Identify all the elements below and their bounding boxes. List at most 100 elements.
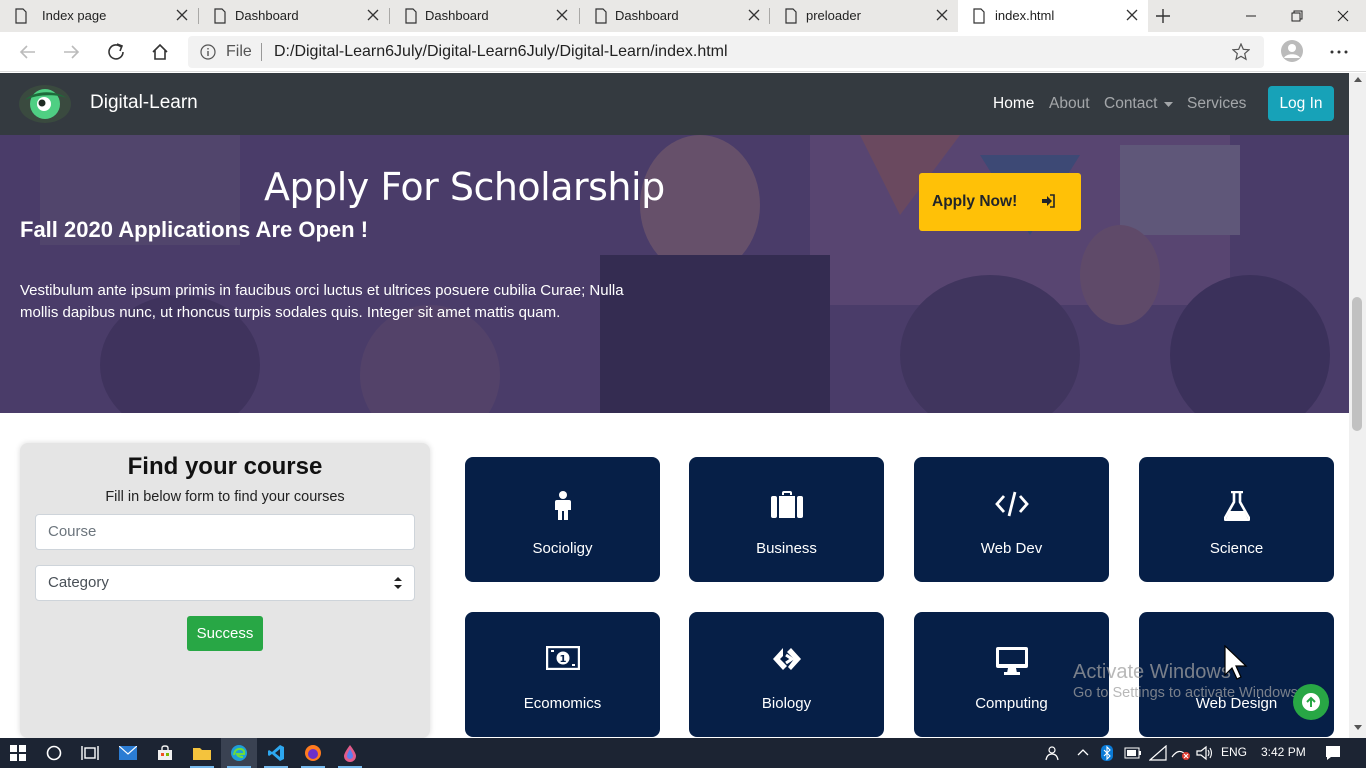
search-button[interactable] <box>36 738 72 768</box>
forward-icon[interactable] <box>61 42 81 62</box>
close-tab-icon[interactable] <box>936 9 948 21</box>
desktop-icon <box>995 647 1028 675</box>
svg-text:1: 1 <box>559 654 566 665</box>
minimize-icon <box>1246 15 1256 17</box>
scheme-label: File <box>226 43 252 60</box>
close-tab-icon[interactable] <box>176 9 188 21</box>
close-tab-icon[interactable] <box>1126 9 1138 21</box>
firefox-icon <box>305 745 321 761</box>
new-tab-icon[interactable] <box>1155 8 1171 24</box>
taskbar-store-app[interactable] <box>147 738 183 768</box>
hero-background-image <box>0 135 1349 413</box>
money-bill-icon: 1 <box>545 646 580 670</box>
course-tile-label: Business <box>756 540 817 557</box>
page-icon <box>15 8 27 24</box>
vscode-icon <box>268 745 284 761</box>
network-warning-icon[interactable] <box>1171 745 1191 761</box>
tab-preloader[interactable]: preloader <box>770 0 958 32</box>
people-icon[interactable] <box>1045 745 1061 761</box>
taskbar-drop-app[interactable] <box>332 738 368 768</box>
scroll-down-arrow-icon[interactable] <box>1354 725 1362 731</box>
minimize-button[interactable] <box>1228 0 1274 32</box>
page-icon <box>973 8 985 24</box>
notification-center-icon[interactable] <box>1325 745 1341 761</box>
course-input[interactable]: Course <box>35 514 415 550</box>
back-to-top-button[interactable] <box>1293 684 1329 720</box>
course-tile-business[interactable]: Business <box>689 457 884 582</box>
login-button[interactable]: Log In <box>1268 86 1334 121</box>
close-window-button[interactable] <box>1320 0 1366 32</box>
refresh-icon[interactable] <box>106 42 126 62</box>
course-tile-label: Ecomomics <box>523 695 602 712</box>
home-icon[interactable] <box>150 42 170 62</box>
close-tab-icon[interactable] <box>748 9 760 21</box>
profile-avatar-icon[interactable] <box>1281 40 1303 62</box>
tab-dashboard-1[interactable]: Dashboard <box>199 0 389 32</box>
volume-icon[interactable] <box>1196 745 1214 761</box>
restore-button[interactable] <box>1274 0 1320 32</box>
dropdown-caret-icon[interactable] <box>1164 102 1173 107</box>
scrollbar-thumb[interactable] <box>1352 297 1362 431</box>
select-arrows-icon <box>394 577 402 589</box>
course-tile-economics[interactable]: 1 Ecomomics <box>465 612 660 737</box>
taskbar-edge-browser[interactable] <box>221 738 257 768</box>
course-tile-sociology[interactable]: Socioligy <box>465 457 660 582</box>
tab-dashboard-2[interactable]: Dashboard <box>390 0 579 32</box>
tab-dashboard-3[interactable]: Dashboard <box>580 0 769 32</box>
tab-title: index.html <box>995 8 1055 23</box>
course-tile-label: Socioligy <box>532 540 593 557</box>
store-bag-icon <box>158 745 172 760</box>
success-button[interactable]: Success <box>187 616 263 651</box>
task-view-icon <box>81 746 99 760</box>
page-icon <box>785 8 797 24</box>
course-tile-biology[interactable]: Biology <box>689 612 884 737</box>
back-icon[interactable] <box>18 42 38 62</box>
bluetooth-icon[interactable] <box>1101 745 1113 761</box>
find-course-card: Find your course Fill in below form to f… <box>20 443 430 738</box>
task-view-button[interactable] <box>72 738 108 768</box>
battery-icon[interactable] <box>1124 747 1142 759</box>
url-text[interactable]: D:/Digital-Learn6July/Digital-Learn6July… <box>274 43 728 61</box>
wifi-icon[interactable] <box>1149 745 1167 761</box>
hero-subtitle: Fall 2020 Applications Are Open ! <box>20 217 369 242</box>
category-select[interactable]: Category <box>35 565 415 601</box>
info-icon[interactable] <box>200 44 216 60</box>
tab-index-page[interactable]: Index page <box>0 0 198 32</box>
taskbar-firefox[interactable] <box>295 738 331 768</box>
course-tile-science[interactable]: Science <box>1139 457 1334 582</box>
scroll-up-arrow-icon[interactable] <box>1354 76 1362 82</box>
search-circle-icon <box>46 745 62 761</box>
nav-link-about[interactable]: About <box>1049 95 1090 113</box>
tab-index-html[interactable]: index.html <box>958 0 1148 32</box>
taskbar-file-explorer[interactable] <box>184 738 220 768</box>
tab-title: Dashboard <box>425 8 489 23</box>
logo-icon[interactable] <box>17 82 73 126</box>
edge-browser-icon <box>231 745 247 761</box>
page-scrollbar[interactable] <box>1349 73 1366 738</box>
system-clock[interactable]: 3:42 PM <box>1261 745 1306 759</box>
nav-link-contact[interactable]: Contact <box>1104 95 1157 113</box>
favorite-star-icon[interactable] <box>1232 43 1250 61</box>
scholarship-hero: Apply For Scholarship Fall 2020 Applicat… <box>0 135 1349 413</box>
address-bar[interactable]: File D:/Digital-Learn6July/Digital-Learn… <box>188 36 1264 68</box>
start-button[interactable] <box>0 738 36 768</box>
language-indicator[interactable]: ENG <box>1221 745 1247 759</box>
page-viewport: Digital-Learn Home About Contact Service… <box>0 73 1349 738</box>
nav-link-services[interactable]: Services <box>1187 95 1246 113</box>
close-tab-icon[interactable] <box>367 9 379 21</box>
close-tab-icon[interactable] <box>556 9 568 21</box>
brand-name[interactable]: Digital-Learn <box>90 92 198 114</box>
drop-icon <box>344 745 356 762</box>
taskbar-vscode[interactable] <box>258 738 294 768</box>
chevron-up-icon[interactable] <box>1077 748 1089 756</box>
course-tile-web-dev[interactable]: Web Dev <box>914 457 1109 582</box>
taskbar-mail-app[interactable] <box>110 738 146 768</box>
flask-icon <box>1223 491 1250 521</box>
apply-now-button[interactable]: Apply Now! <box>919 173 1081 231</box>
nav-link-home[interactable]: Home <box>993 95 1034 113</box>
more-menu-icon[interactable] <box>1330 42 1348 62</box>
arrow-up-icon <box>1302 693 1320 711</box>
course-tile-label: Science <box>1209 540 1264 557</box>
person-icon <box>554 491 571 520</box>
windows-logo-icon <box>10 745 26 761</box>
